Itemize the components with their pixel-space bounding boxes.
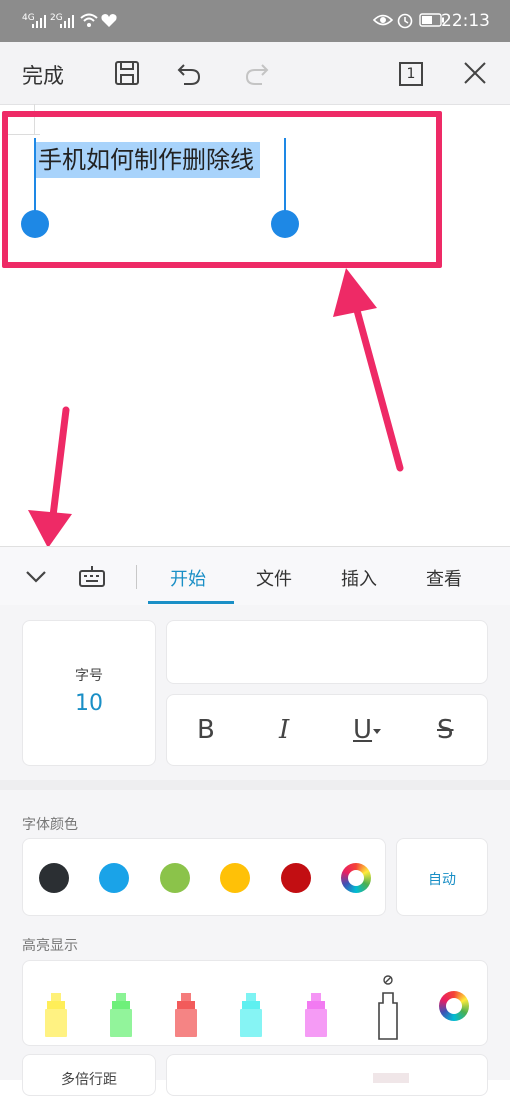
auto-color-button[interactable]: 自动 xyxy=(396,838,488,916)
tab-file[interactable]: 文件 xyxy=(256,565,292,591)
chevron-down-icon[interactable] xyxy=(20,561,52,593)
keyboard-icon[interactable] xyxy=(74,561,110,593)
active-tab-indicator xyxy=(148,601,234,604)
highlighter-yellow-icon[interactable] xyxy=(43,991,69,1043)
strikethrough-button[interactable]: S xyxy=(437,715,454,745)
paragraph-options-card[interactable] xyxy=(166,1054,488,1096)
color-swatch-blue[interactable] xyxy=(99,863,129,893)
annotation-arrows xyxy=(28,268,404,548)
line-spacing-label: 多倍行距 xyxy=(61,1072,117,1088)
highlighter-green-icon[interactable] xyxy=(108,991,134,1043)
highlight-label: 高亮显示 xyxy=(22,938,78,954)
highlighter-red-icon[interactable] xyxy=(173,991,199,1043)
tab-view[interactable]: 查看 xyxy=(426,565,462,591)
color-swatch-green[interactable] xyxy=(160,863,190,893)
ribbon-tab-bar: 开始 文件 插入 查看 xyxy=(0,546,510,606)
italic-button[interactable]: I xyxy=(279,715,289,745)
text-format-card: B I U S xyxy=(166,694,488,766)
highlight-color-wheel-icon[interactable] xyxy=(439,991,469,1021)
font-size-card[interactable]: 字号 10 xyxy=(22,620,156,766)
arrow-to-selection xyxy=(333,268,404,472)
tab-insert[interactable]: 插入 xyxy=(341,565,377,591)
bold-button[interactable]: B xyxy=(197,715,215,745)
font-color-label: 字体颜色 xyxy=(22,817,78,833)
tab-start[interactable]: 开始 xyxy=(170,565,206,591)
divider xyxy=(136,565,137,589)
color-swatch-black[interactable] xyxy=(39,863,69,893)
highlighter-pink-icon[interactable] xyxy=(303,991,329,1043)
underline-button[interactable]: U xyxy=(353,715,372,745)
color-swatch-yellow[interactable] xyxy=(220,863,250,893)
section-divider xyxy=(0,780,510,790)
font-color-card xyxy=(22,838,386,916)
color-swatch-red[interactable] xyxy=(281,863,311,893)
highlight-card xyxy=(22,960,488,1046)
paragraph-option-preview xyxy=(373,1073,409,1083)
font-size-value: 10 xyxy=(75,691,103,716)
arrow-to-collapse xyxy=(28,406,72,548)
color-wheel-icon[interactable] xyxy=(341,863,371,893)
highlighter-cyan-icon[interactable] xyxy=(238,991,264,1043)
no-highlight-icon[interactable] xyxy=(373,971,403,1047)
font-name-card[interactable] xyxy=(166,620,488,684)
font-size-label: 字号 xyxy=(75,668,103,684)
line-spacing-card[interactable]: 多倍行距 xyxy=(22,1054,156,1096)
auto-color-label: 自动 xyxy=(428,872,456,888)
caret-down-icon[interactable] xyxy=(373,729,381,735)
